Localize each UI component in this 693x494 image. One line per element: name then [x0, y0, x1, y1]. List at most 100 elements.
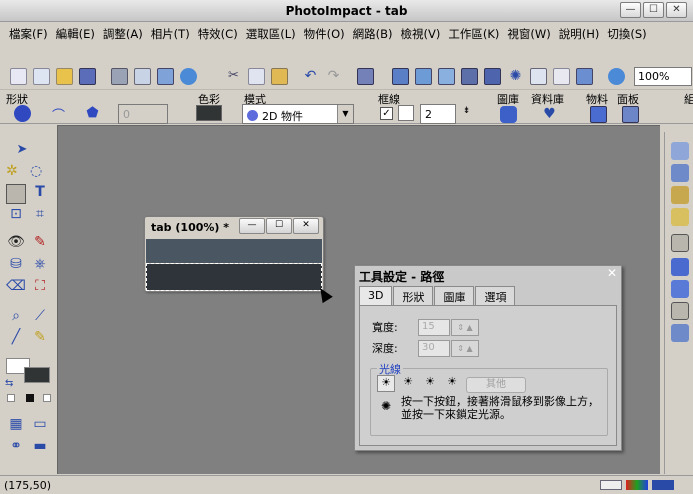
- minimize-button[interactable]: —: [620, 2, 641, 18]
- swap-colors-icon[interactable]: ⇆: [5, 378, 13, 389]
- export-icon[interactable]: [576, 68, 593, 85]
- pentagon-shape-icon[interactable]: ⬟: [84, 105, 101, 122]
- full-view-icon[interactable]: ▭: [30, 416, 50, 436]
- clone-icon[interactable]: ⎈: [30, 256, 50, 276]
- menu-edit[interactable]: 編輯(E): [53, 22, 100, 44]
- tab-3d[interactable]: 3D: [359, 286, 393, 305]
- zoom-combo[interactable]: 100%: [634, 67, 692, 86]
- path-tool-icon[interactable]: ⌒: [50, 105, 67, 124]
- zoom-tool-icon[interactable]: ⌕: [6, 308, 26, 328]
- border-width-input[interactable]: 2: [420, 104, 456, 124]
- panel-icon[interactable]: [622, 106, 639, 123]
- tab-shape[interactable]: 形狀: [393, 286, 434, 305]
- print-preview-icon[interactable]: [134, 68, 151, 85]
- other-button[interactable]: 其他: [466, 377, 526, 393]
- line-tool-icon[interactable]: ╱: [6, 329, 26, 349]
- menu-view[interactable]: 檢視(V): [398, 22, 446, 44]
- magic-wand-icon[interactable]: ✲: [6, 163, 26, 183]
- menu-effect[interactable]: 特效(C): [195, 22, 243, 44]
- menu-switch[interactable]: 切換(S): [604, 22, 651, 44]
- easypalette-icon[interactable]: [671, 234, 689, 252]
- eye-icon[interactable]: 👁: [6, 234, 26, 254]
- fill-icon[interactable]: ⛶: [30, 278, 50, 298]
- document-window[interactable]: tab (100%) * — ☐ ✕: [144, 216, 324, 292]
- document-manager-icon[interactable]: [671, 186, 689, 204]
- image-icon[interactable]: [438, 68, 455, 85]
- close-button[interactable]: ✕: [666, 2, 687, 18]
- menu-selection[interactable]: 選取區(L): [243, 22, 301, 44]
- doc-minimize-button[interactable]: —: [239, 218, 265, 234]
- depth-spinner[interactable]: ⇕ ▲: [451, 340, 479, 357]
- white-mini-swatch[interactable]: [7, 394, 15, 402]
- depth-input[interactable]: 30: [418, 340, 450, 357]
- stamp-icon[interactable]: ⛁: [6, 256, 26, 276]
- monitor-icon[interactable]: [461, 68, 478, 85]
- gallery-icon[interactable]: [500, 106, 517, 123]
- ellipse-shape-icon[interactable]: [14, 105, 31, 122]
- paste-icon[interactable]: [271, 68, 288, 85]
- menu-object[interactable]: 物件(O): [301, 22, 350, 44]
- tab-gallery[interactable]: 圖庫: [434, 286, 475, 305]
- print-icon[interactable]: [111, 68, 128, 85]
- web-icon[interactable]: [180, 68, 197, 85]
- pick-tool-icon[interactable]: ➤: [12, 142, 32, 162]
- light-top-icon[interactable]: ☀: [399, 375, 417, 392]
- camera-icon[interactable]: [392, 68, 409, 85]
- menu-web[interactable]: 網路(B): [350, 22, 398, 44]
- grid-view-icon[interactable]: ▦: [6, 416, 26, 436]
- curve-icon[interactable]: [530, 68, 547, 85]
- light-right-icon[interactable]: ☀: [421, 375, 439, 392]
- path-draw-icon[interactable]: [6, 184, 26, 204]
- undo-icon[interactable]: ↶: [302, 68, 319, 85]
- light-left-icon[interactable]: ☀: [377, 375, 395, 392]
- black-mini-swatch[interactable]: [26, 394, 34, 402]
- objects-icon[interactable]: [671, 164, 689, 182]
- save-icon[interactable]: [79, 68, 96, 85]
- cut-icon[interactable]: ✂: [225, 68, 242, 85]
- mask-icon[interactable]: ⚭: [6, 438, 26, 458]
- menu-help[interactable]: 說明(H): [556, 22, 605, 44]
- memory-status-icon[interactable]: [652, 480, 674, 490]
- heart-icon[interactable]: ♥: [541, 106, 558, 123]
- doc-close-button[interactable]: ✕: [293, 218, 319, 234]
- width-spinner[interactable]: ⇕ ▲: [451, 319, 479, 336]
- navigator-icon[interactable]: [671, 324, 689, 342]
- menu-window[interactable]: 視窗(W): [504, 22, 555, 44]
- new-file-icon[interactable]: [10, 68, 27, 85]
- mode-combo[interactable]: 2D 物件 ▼: [242, 104, 354, 124]
- eyedropper-icon[interactable]: ⟋: [30, 308, 50, 328]
- chevron-down-icon[interactable]: ▼: [337, 105, 353, 123]
- eraser-icon[interactable]: ⌫: [6, 278, 26, 298]
- copy-icon[interactable]: [248, 68, 265, 85]
- text-tool-icon[interactable]: T: [30, 184, 50, 204]
- doc-maximize-button[interactable]: ☐: [266, 218, 292, 234]
- width-input[interactable]: 15: [418, 319, 450, 336]
- lasso-icon[interactable]: ◌: [30, 163, 50, 183]
- brush-icon[interactable]: ✎: [30, 234, 50, 254]
- default-colors-swatch[interactable]: [43, 394, 51, 402]
- crop-tool-icon[interactable]: ⊡: [6, 206, 26, 226]
- border-color-swatch[interactable]: [398, 105, 414, 121]
- menu-photo[interactable]: 相片(T): [148, 22, 195, 44]
- adjust-icon[interactable]: [484, 68, 501, 85]
- panel-close-icon[interactable]: ✕: [607, 266, 617, 280]
- history-icon[interactable]: [671, 258, 689, 276]
- menu-workspace[interactable]: 工作區(K): [445, 22, 504, 44]
- tool-settings-icon[interactable]: [671, 302, 689, 320]
- menu-file[interactable]: 檔案(F): [6, 22, 53, 44]
- border-align-icon[interactable]: ⇟: [458, 106, 475, 123]
- transform-tool-icon[interactable]: ⌗: [30, 206, 50, 226]
- screen-capture-icon[interactable]: [415, 68, 432, 85]
- maximize-button[interactable]: ☐: [643, 2, 664, 18]
- light-front-icon[interactable]: ☀: [443, 375, 461, 392]
- shape-size-spin[interactable]: 0: [118, 104, 168, 124]
- color-status-icon[interactable]: [626, 480, 648, 490]
- ruler-status-icon[interactable]: [600, 480, 622, 490]
- new-doc-icon[interactable]: [33, 68, 50, 85]
- globe-icon[interactable]: [608, 68, 625, 85]
- open-folder-icon[interactable]: [56, 68, 73, 85]
- object-paint-icon[interactable]: ✎: [30, 329, 50, 349]
- quick-command-icon[interactable]: [671, 208, 689, 226]
- ruler-icon[interactable]: ▬: [30, 438, 50, 458]
- menu-adjust[interactable]: 調整(A): [100, 22, 148, 44]
